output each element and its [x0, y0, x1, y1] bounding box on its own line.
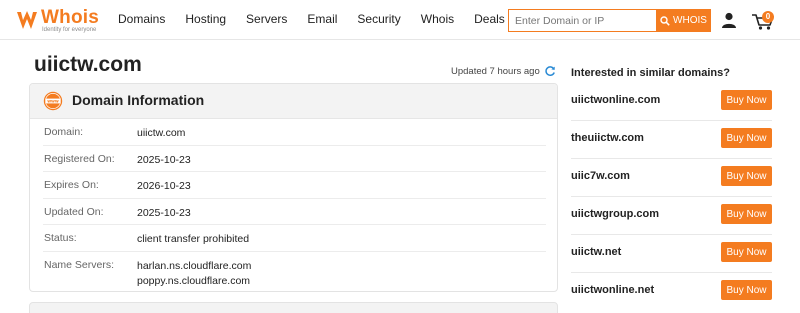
- search-icon: [660, 15, 670, 26]
- row-label: Expires On:: [44, 179, 99, 191]
- domain-search-input[interactable]: [508, 9, 656, 32]
- list-item: uiictwonline.com Buy Now: [571, 83, 772, 121]
- row-label: Status:: [44, 232, 77, 244]
- refresh-icon[interactable]: [544, 65, 556, 77]
- suggested-domain: theuiictw.com: [571, 132, 644, 144]
- nav-item-whois[interactable]: Whois: [421, 12, 454, 26]
- buy-now-button[interactable]: Buy Now: [721, 166, 772, 186]
- nav-item-domains[interactable]: Domains: [118, 12, 165, 26]
- page-title: uiictw.com: [34, 53, 142, 76]
- nav-item-security[interactable]: Security: [357, 12, 400, 26]
- table-row: Name Servers: harlan.ns.cloudflare.com p…: [43, 252, 546, 290]
- domain-information-header: www Domain Information: [30, 84, 557, 119]
- logo-wordmark: Whois: [41, 7, 99, 28]
- last-updated: Updated 7 hours ago: [451, 65, 556, 77]
- last-updated-text: Updated 7 hours ago: [451, 65, 540, 77]
- table-row: Domain: uiictw.com: [43, 119, 546, 146]
- row-label: Registered On:: [44, 152, 115, 165]
- user-icon[interactable]: [721, 12, 737, 28]
- row-value: 2026-10-23: [137, 180, 191, 192]
- main-nav: Domains Hosting Servers Email Security W…: [118, 12, 525, 26]
- name-servers-value: harlan.ns.cloudflare.com poppy.ns.cloudf…: [137, 259, 251, 289]
- list-item: uiictwgroup.com Buy Now: [571, 197, 772, 235]
- name-server-2: poppy.ns.cloudflare.com: [137, 274, 251, 287]
- domain-information-card: www Domain Information Domain: uiictw.co…: [29, 83, 558, 292]
- table-row: Expires On: 2026-10-23: [43, 172, 546, 199]
- table-row: Registered On: 2025-10-23: [43, 146, 546, 172]
- whois-search-button[interactable]: WHOIS: [656, 9, 711, 32]
- row-value: 2025-10-23: [137, 206, 191, 219]
- row-label: Name Servers:: [44, 258, 115, 271]
- svg-text:www: www: [47, 99, 59, 104]
- www-icon: www: [43, 91, 63, 111]
- table-row: Updated On: 2025-10-23: [43, 199, 546, 225]
- list-item: theuiictw.com Buy Now: [571, 121, 772, 159]
- table-row: Status: client transfer prohibited: [43, 225, 546, 252]
- row-label: Domain:: [44, 126, 84, 138]
- buy-now-button[interactable]: Buy Now: [721, 90, 772, 110]
- list-item: uiictwonline.net Buy Now: [571, 273, 772, 311]
- suggested-domain: uiictwonline.net: [571, 284, 655, 296]
- row-value: client transfer prohibited: [137, 233, 250, 245]
- logo-mark-icon: [17, 11, 37, 29]
- list-item: uiictw.net Buy Now: [571, 235, 772, 273]
- row-value: uiictw.com: [137, 127, 186, 139]
- suggested-domain: uiictw.net: [571, 246, 622, 258]
- nav-item-servers[interactable]: Servers: [246, 12, 287, 26]
- suggested-domain: uiictwgroup.com: [571, 208, 659, 220]
- cart-count-badge: 0: [762, 11, 774, 23]
- similar-domains-list: uiictwonline.com Buy Now theuiictw.com B…: [571, 83, 772, 311]
- similar-domains-heading: Interested in similar domains?: [571, 67, 730, 79]
- whois-search-button-label: WHOIS: [673, 15, 707, 26]
- site-logo[interactable]: Whois Identity for everyone: [14, 6, 104, 36]
- nav-item-hosting[interactable]: Hosting: [185, 12, 226, 26]
- nav-item-deals[interactable]: Deals: [474, 12, 505, 26]
- buy-now-button[interactable]: Buy Now: [721, 280, 772, 300]
- suggested-domain: uiictwonline.com: [571, 94, 661, 106]
- logo-tagline: Identity for everyone: [42, 27, 97, 33]
- row-value: 2025-10-23: [137, 153, 191, 166]
- domain-search: WHOIS: [508, 9, 711, 32]
- domain-information-table: Domain: uiictw.com Registered On: 2025-1…: [43, 119, 546, 290]
- list-item: uiic7w.com Buy Now: [571, 159, 772, 197]
- domain-information-title: Domain Information: [72, 92, 205, 108]
- buy-now-button[interactable]: Buy Now: [721, 128, 772, 148]
- top-navigation-bar: Whois Identity for everyone Domains Host…: [0, 0, 800, 40]
- row-label: Updated On:: [44, 205, 104, 218]
- nav-item-email[interactable]: Email: [307, 12, 337, 26]
- next-section-card: [29, 302, 558, 313]
- name-server-1: harlan.ns.cloudflare.com: [137, 259, 252, 272]
- suggested-domain: uiic7w.com: [571, 170, 630, 182]
- buy-now-button[interactable]: Buy Now: [721, 242, 772, 262]
- buy-now-button[interactable]: Buy Now: [721, 204, 772, 224]
